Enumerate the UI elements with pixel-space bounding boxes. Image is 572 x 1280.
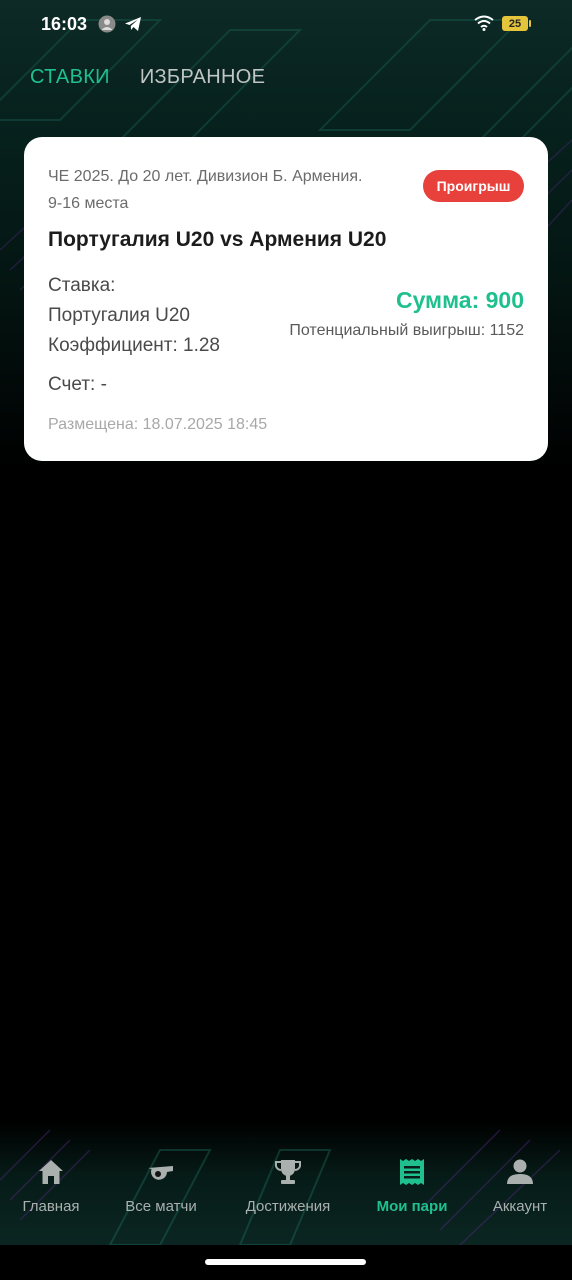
bet-label: Ставка: [48, 275, 116, 296]
league-name: ЧЕ 2025. До 20 лет. Дивизион Б. Армения.… [48, 163, 428, 217]
home-indicator[interactable] [205, 1259, 366, 1265]
whistle-icon [148, 1166, 173, 1180]
nav-all-matches-label: Все матчи [125, 1198, 197, 1215]
avatar-icon [98, 15, 116, 33]
nav-achievements[interactable]: Достижения [233, 1150, 343, 1215]
league-line-1: ЧЕ 2025. До 20 лет. Дивизион Б. Армения. [48, 168, 363, 185]
match-title: Португалия U20 vs Армения U20 [48, 228, 387, 251]
tab-favorites[interactable]: ИЗБРАННОЕ [140, 66, 265, 89]
placed-date: Размещена: 18.07.2025 18:45 [48, 416, 268, 433]
nav-achievements-label: Достижения [245, 1198, 331, 1215]
potential-win: Потенциальный выигрыш: 1152 [289, 322, 524, 339]
bottom-nav: Главная Все матчи Достижения Мои пари Ак… [0, 1150, 572, 1230]
nav-home[interactable]: Главная [0, 1150, 106, 1215]
league-line-2: 9-16 места [48, 195, 129, 212]
nav-account[interactable]: Аккаунт [465, 1150, 572, 1215]
trophy-icon [275, 1160, 301, 1184]
bet-card[interactable]: ЧЕ 2025. До 20 лет. Дивизион Б. Армения.… [24, 137, 548, 461]
receipt-icon [400, 1159, 424, 1185]
battery-icon: 25 [502, 16, 531, 31]
nav-account-label: Аккаунт [492, 1198, 548, 1215]
home-icon [39, 1160, 63, 1184]
status-bar: 16:03 25 [0, 0, 572, 50]
tab-bets[interactable]: СТАВКИ [30, 66, 110, 89]
status-badge: Проигрыш [423, 170, 524, 202]
nav-my-bets-label: Мои пари [376, 1198, 448, 1215]
nav-my-bets[interactable]: Мои пари [357, 1150, 467, 1215]
nav-home-label: Главная [22, 1198, 80, 1215]
wifi-icon [474, 15, 494, 31]
telegram-icon [125, 17, 141, 31]
status-time: 16:03 [41, 14, 88, 34]
bet-team: Португалия U20 [48, 305, 190, 326]
account-icon [507, 1159, 533, 1184]
nav-all-matches[interactable]: Все матчи [106, 1150, 216, 1215]
match-score: Счет: - [48, 374, 107, 395]
bets-tabs: СТАВКИ ИЗБРАННОЕ [30, 66, 265, 89]
bet-details: Ставка: Португалия U20 Коэффициент: 1.28 [48, 271, 220, 361]
bet-odds: Коэффициент: 1.28 [48, 335, 221, 356]
bet-amount: Сумма: 900 [395, 287, 524, 313]
